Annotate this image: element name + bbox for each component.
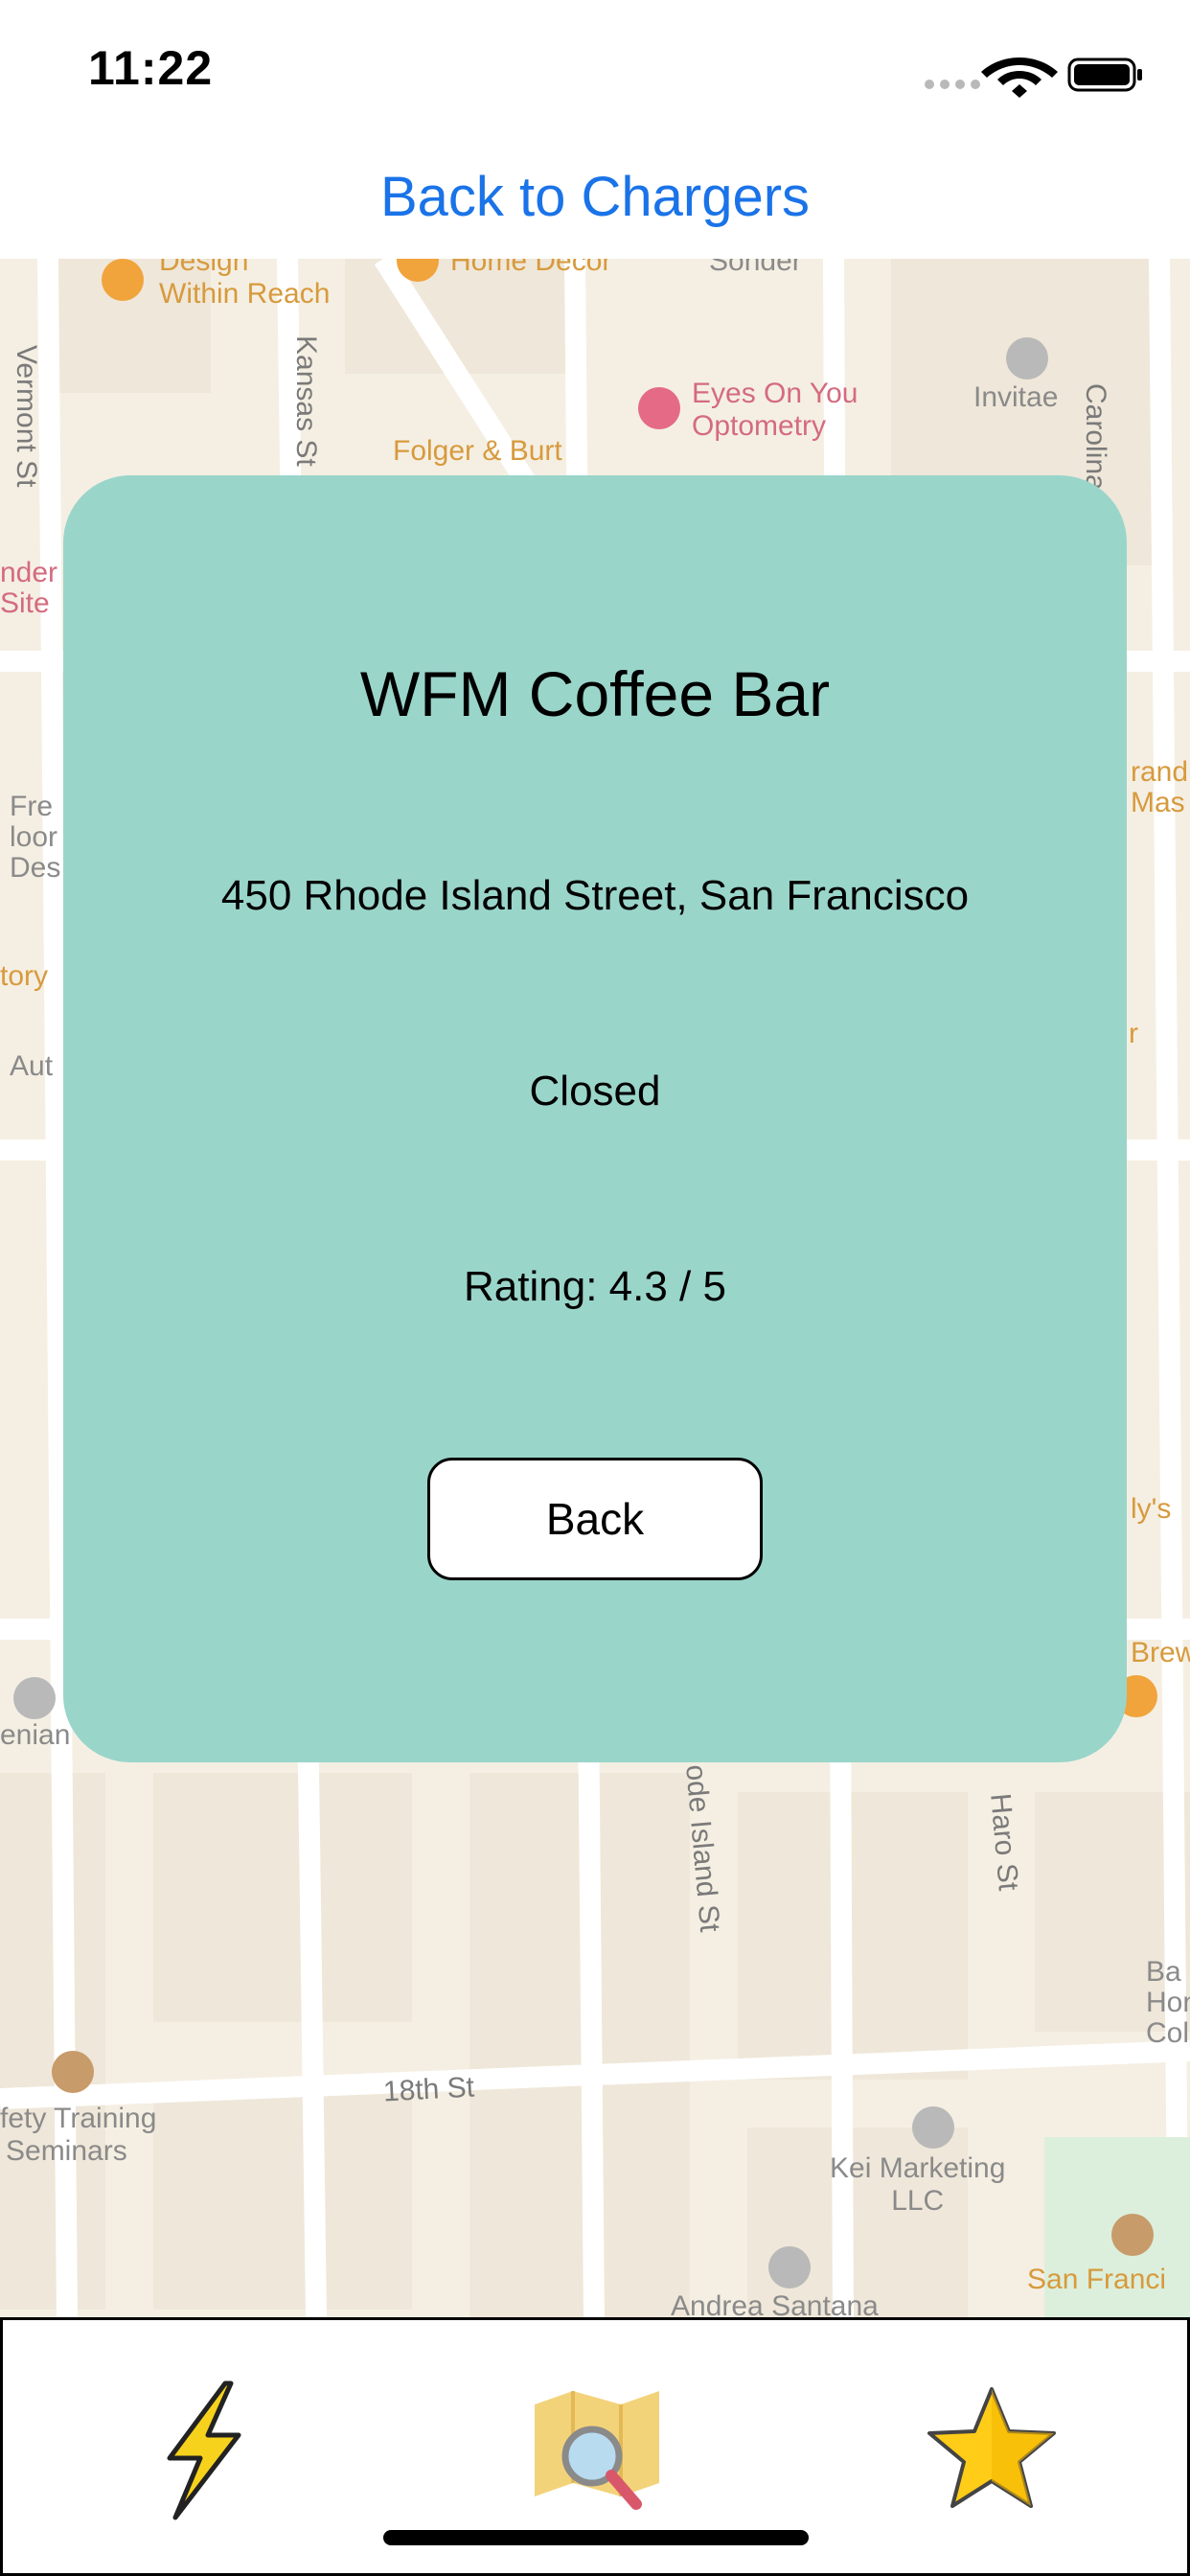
map-label-line: Within Reach [159,278,331,310]
back-to-chargers-link[interactable]: Back to Chargers [0,165,1190,229]
business-pin-icon [13,1677,56,1719]
map-label-line: LLC [891,2185,945,2217]
map-label-andrea-santana: Andrea Santana [671,2290,879,2317]
back-button[interactable]: Back [427,1458,763,1580]
map-label-fragment: r [1129,1018,1138,1049]
business-pin-icon [912,2106,954,2149]
map-label-line: Seminars [6,2135,127,2167]
place-rating: Rating: 4.3 / 5 [464,1263,726,1310]
signal-icon [925,80,980,89]
map-label-fragment: Ba Hon Col [1146,1957,1190,2049]
map-label-line: loor [10,821,58,853]
furniture-pin-icon [102,259,144,301]
map-label-line: Site [0,587,50,619]
tab-favorites[interactable] [920,2378,1064,2521]
map-label-line: fety Training [0,2103,157,2134]
map-label-san-francisco: San Franci [1027,2264,1167,2295]
map-label-line: Design [159,259,249,277]
map-label-fragment: rand Mas [1131,757,1188,818]
map-label-line: Eyes On You [692,378,858,409]
school-pin-icon [1111,2214,1154,2256]
map-label-folger-burt: Folger & Burt [393,435,562,467]
map-label-fragment: tory [0,960,49,992]
business-pin-icon [1006,337,1048,380]
map-label-fragment: Brew [1131,1637,1190,1668]
map-label-safety-training: fety Training Seminars [0,2103,156,2168]
map-label-fragment: ly's [1131,1493,1172,1525]
tab-map-search[interactable] [525,2378,669,2521]
map-label-line: nder [0,557,58,588]
optometry-pin-icon [638,387,680,429]
place-status: Closed [529,1068,661,1115]
map-label-line: rand [1131,756,1189,788]
lightning-icon [167,2380,241,2520]
map-label-sonder: Sonder [709,259,802,277]
map-label-line: Mas [1131,787,1185,818]
battery-icon [1067,58,1142,92]
tab-chargers[interactable] [131,2378,275,2521]
nav-bar: Back to Chargers [0,144,1190,259]
place-address: 450 Rhode Island Street, San Francisco [220,872,970,919]
star-icon [927,2387,1056,2508]
map-label-line: Ba [1146,1956,1181,1988]
map-label-line: Kei Marketing [830,2152,1006,2184]
map-label-fragment: nder Site [0,558,57,619]
map-label-fragment: Fre loor Des [10,792,60,884]
map-label-line: Des [10,852,61,884]
wifi-icon [981,58,1058,98]
map-label-line: Hon [1146,1987,1190,2018]
place-title: WFM Coffee Bar [359,658,831,729]
map-label-18th-st: 18th St [382,2071,475,2108]
map-label-enian: enian [0,1719,71,1751]
map-label-fragment: Aut [10,1050,54,1082]
map-label-line: Optometry [692,410,827,442]
status-bar: 11:22 [0,0,1190,144]
map-label-eyes-on-you: Eyes On You Optometry [692,378,858,443]
map-label-home-decor: Home Decor [450,259,612,277]
map-label-line: Col [1146,2017,1190,2049]
map-label-design-within-reach: Design Within Reach [159,259,330,310]
map-label-vermont-st: Vermont St [11,345,42,488]
status-icons [924,50,1144,98]
school-pin-icon [52,2051,94,2093]
home-indicator [383,2530,809,2545]
place-detail-card: WFM Coffee Bar 450 Rhode Island Street, … [63,475,1127,1762]
map-search-icon [535,2391,659,2510]
status-time: 11:22 [88,41,214,95]
map-label-invitae: Invitae [973,381,1059,413]
map-label-kansas-st: Kansas St [290,335,322,467]
map-label-line: Fre [10,791,53,822]
map-label-kei-marketing: Kei Marketing LLC [830,2152,1005,2218]
business-pin-icon [768,2246,811,2288]
